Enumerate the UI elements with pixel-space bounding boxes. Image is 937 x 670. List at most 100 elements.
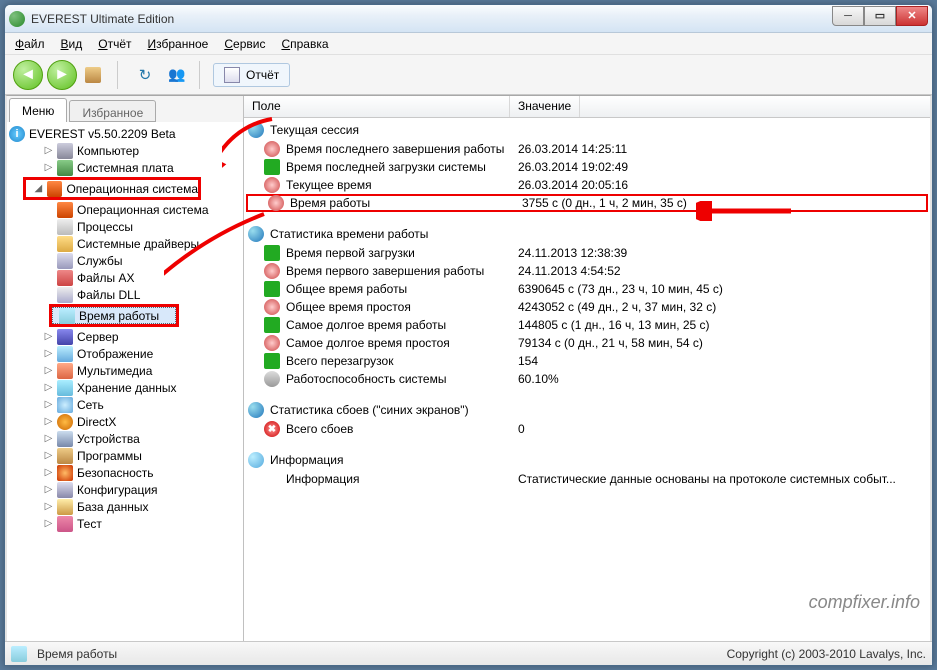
process-icon xyxy=(57,219,73,235)
tree-config[interactable]: ▷Конфигурация xyxy=(9,481,241,498)
tree-root[interactable]: iEVEREST v5.50.2209 Beta xyxy=(9,125,241,142)
minimize-button[interactable]: ─ xyxy=(832,6,864,26)
col-field[interactable]: Поле xyxy=(244,96,510,117)
row-icon xyxy=(264,317,280,333)
expander-icon[interactable]: ▷ xyxy=(43,331,54,342)
application-window: EVEREST Ultimate Edition ─ ▭ ✕ Файл Вид … xyxy=(4,4,933,666)
list-row[interactable]: Всего перезагрузок 154 xyxy=(244,352,930,370)
tree-devices[interactable]: ▷Устройства xyxy=(9,430,241,447)
section-header[interactable]: Текущая сессия xyxy=(244,120,930,140)
list-row[interactable]: Время последнего завершения работы26.03.… xyxy=(244,140,930,158)
tree-directx[interactable]: ▷DirectX xyxy=(9,413,241,430)
nav-fwd-button[interactable]: ► xyxy=(47,60,77,90)
tree-services[interactable]: Службы xyxy=(9,252,241,269)
menu-service[interactable]: Сервис xyxy=(218,35,271,53)
tab-favorites[interactable]: Избранное xyxy=(69,100,156,122)
navigation-tree[interactable]: iEVEREST v5.50.2209 Beta ▷Компьютер ▷Сис… xyxy=(7,122,243,641)
list-row[interactable]: Время последней загрузки системы26.03.20… xyxy=(244,158,930,176)
row-icon xyxy=(264,245,280,261)
tree-test[interactable]: ▷Тест xyxy=(9,515,241,532)
expander-icon[interactable]: ▷ xyxy=(43,416,54,427)
col-value[interactable]: Значение xyxy=(510,96,580,117)
menu-favorites[interactable]: Избранное xyxy=(142,35,215,53)
list-row[interactable]: ИнформацияСтатистические данные основаны… xyxy=(244,470,930,488)
up-button[interactable] xyxy=(81,61,109,89)
list-row[interactable]: Время первого завершения работы24.11.201… xyxy=(244,262,930,280)
list-row[interactable]: Текущее время26.03.2014 20:05:16 xyxy=(244,176,930,194)
tree-programs[interactable]: ▷Программы xyxy=(9,447,241,464)
expander-icon[interactable]: ▷ xyxy=(43,399,54,410)
row-field: Всего перезагрузок xyxy=(286,354,512,368)
section-header[interactable]: Статистика сбоев ("синих экранов") xyxy=(244,400,930,420)
expander-icon[interactable]: ▷ xyxy=(43,145,54,156)
window-title: EVEREST Ultimate Edition xyxy=(31,12,832,26)
expander-icon[interactable]: ▷ xyxy=(43,162,54,173)
menu-view[interactable]: Вид xyxy=(55,35,89,53)
menu-report[interactable]: Отчёт xyxy=(92,35,137,53)
expander-icon[interactable]: ▷ xyxy=(43,501,54,512)
close-button[interactable]: ✕ xyxy=(896,6,928,26)
menu-help[interactable]: Справка xyxy=(275,35,334,53)
expander-icon[interactable]: ▷ xyxy=(43,382,54,393)
ax-icon xyxy=(57,270,73,286)
users-button[interactable]: 👥 xyxy=(163,61,191,89)
menu-file[interactable]: Файл xyxy=(9,35,51,53)
tab-menu[interactable]: Меню xyxy=(9,98,67,122)
main-body: Меню Избранное iEVEREST v5.50.2209 Beta … xyxy=(5,95,932,641)
tree-server[interactable]: ▷Сервер xyxy=(9,328,241,345)
section-title: Статистика сбоев ("синих экранов") xyxy=(270,403,469,417)
expander-icon[interactable]: ▷ xyxy=(43,450,54,461)
list-row[interactable]: Самое долгое время работы144805 c (1 дн.… xyxy=(244,316,930,334)
left-panel: Меню Избранное iEVEREST v5.50.2209 Beta … xyxy=(7,96,244,641)
section-header[interactable]: Информация xyxy=(244,450,930,470)
row-value: 3755 с (0 дн., 1 ч, 2 мин, 35 с) xyxy=(522,196,922,210)
row-value: 6390645 c (73 дн., 23 ч, 10 мин, 45 с) xyxy=(518,282,926,296)
tree-motherboard[interactable]: ▷Системная плата xyxy=(9,159,241,176)
tree-os-sub[interactable]: Операционная система xyxy=(9,201,241,218)
tree-database[interactable]: ▷База данных xyxy=(9,498,241,515)
report-button[interactable]: Отчёт xyxy=(213,63,290,87)
list-row[interactable]: Работоспособность системы60.10% xyxy=(244,370,930,388)
nav-back-button[interactable]: ◄ xyxy=(13,60,43,90)
expander-icon[interactable]: ▷ xyxy=(43,365,54,376)
tree-computer[interactable]: ▷Компьютер xyxy=(9,142,241,159)
computer-icon xyxy=(57,143,73,159)
row-field: Самое долгое время работы xyxy=(286,318,512,332)
tree-display[interactable]: ▷Отображение xyxy=(9,345,241,362)
content-list[interactable]: Текущая сессия Время последнего завершени… xyxy=(244,118,930,641)
list-row[interactable]: Время первой загрузки24.11.2013 12:38:39 xyxy=(244,244,930,262)
status-bar: Время работы Copyright (c) 2003-2010 Lav… xyxy=(5,641,932,665)
expander-icon[interactable]: ◢ xyxy=(33,183,44,194)
board-icon xyxy=(57,160,73,176)
tree-dll[interactable]: Файлы DLL xyxy=(9,286,241,303)
expander-icon[interactable]: ▷ xyxy=(43,484,54,495)
list-row[interactable]: Самое долгое время простоя79134 c (0 дн.… xyxy=(244,334,930,352)
title-bar[interactable]: EVEREST Ultimate Edition ─ ▭ ✕ xyxy=(5,5,932,33)
list-row[interactable]: Общее время простоя4243052 c (49 дн., 2 … xyxy=(244,298,930,316)
expander-icon[interactable]: ▷ xyxy=(43,433,54,444)
section-title: Текущая сессия xyxy=(270,123,359,137)
tree-drivers[interactable]: Системные драйверы xyxy=(9,235,241,252)
tree-storage[interactable]: ▷Хранение данных xyxy=(9,379,241,396)
uptime-icon xyxy=(11,646,27,662)
tree-security[interactable]: ▷Безопасность xyxy=(9,464,241,481)
folder-up-icon xyxy=(85,67,101,83)
expander-icon[interactable]: ▷ xyxy=(43,518,54,529)
tree-network[interactable]: ▷Сеть xyxy=(9,396,241,413)
tree-uptime[interactable]: Время работы xyxy=(52,307,176,324)
maximize-button[interactable]: ▭ xyxy=(864,6,896,26)
tree-processes[interactable]: Процессы xyxy=(9,218,241,235)
row-value: 154 xyxy=(518,354,926,368)
tree-multimedia[interactable]: ▷Мультимедиа xyxy=(9,362,241,379)
list-row[interactable]: Время работы3755 с (0 дн., 1 ч, 2 мин, 3… xyxy=(246,194,928,212)
row-field: Самое долгое время простоя xyxy=(286,336,512,350)
list-row[interactable]: ✖Всего сбоев0 xyxy=(244,420,930,438)
expander-icon[interactable]: ▷ xyxy=(43,467,54,478)
refresh-button[interactable]: ↻ xyxy=(131,61,159,89)
tree-ax[interactable]: Файлы AX xyxy=(9,269,241,286)
list-row[interactable]: Общее время работы6390645 c (73 дн., 23 … xyxy=(244,280,930,298)
section-header[interactable]: Статистика времени работы xyxy=(244,224,930,244)
tree-os[interactable]: ◢Операционная система xyxy=(26,180,198,197)
separator xyxy=(117,61,123,89)
expander-icon[interactable]: ▷ xyxy=(43,348,54,359)
